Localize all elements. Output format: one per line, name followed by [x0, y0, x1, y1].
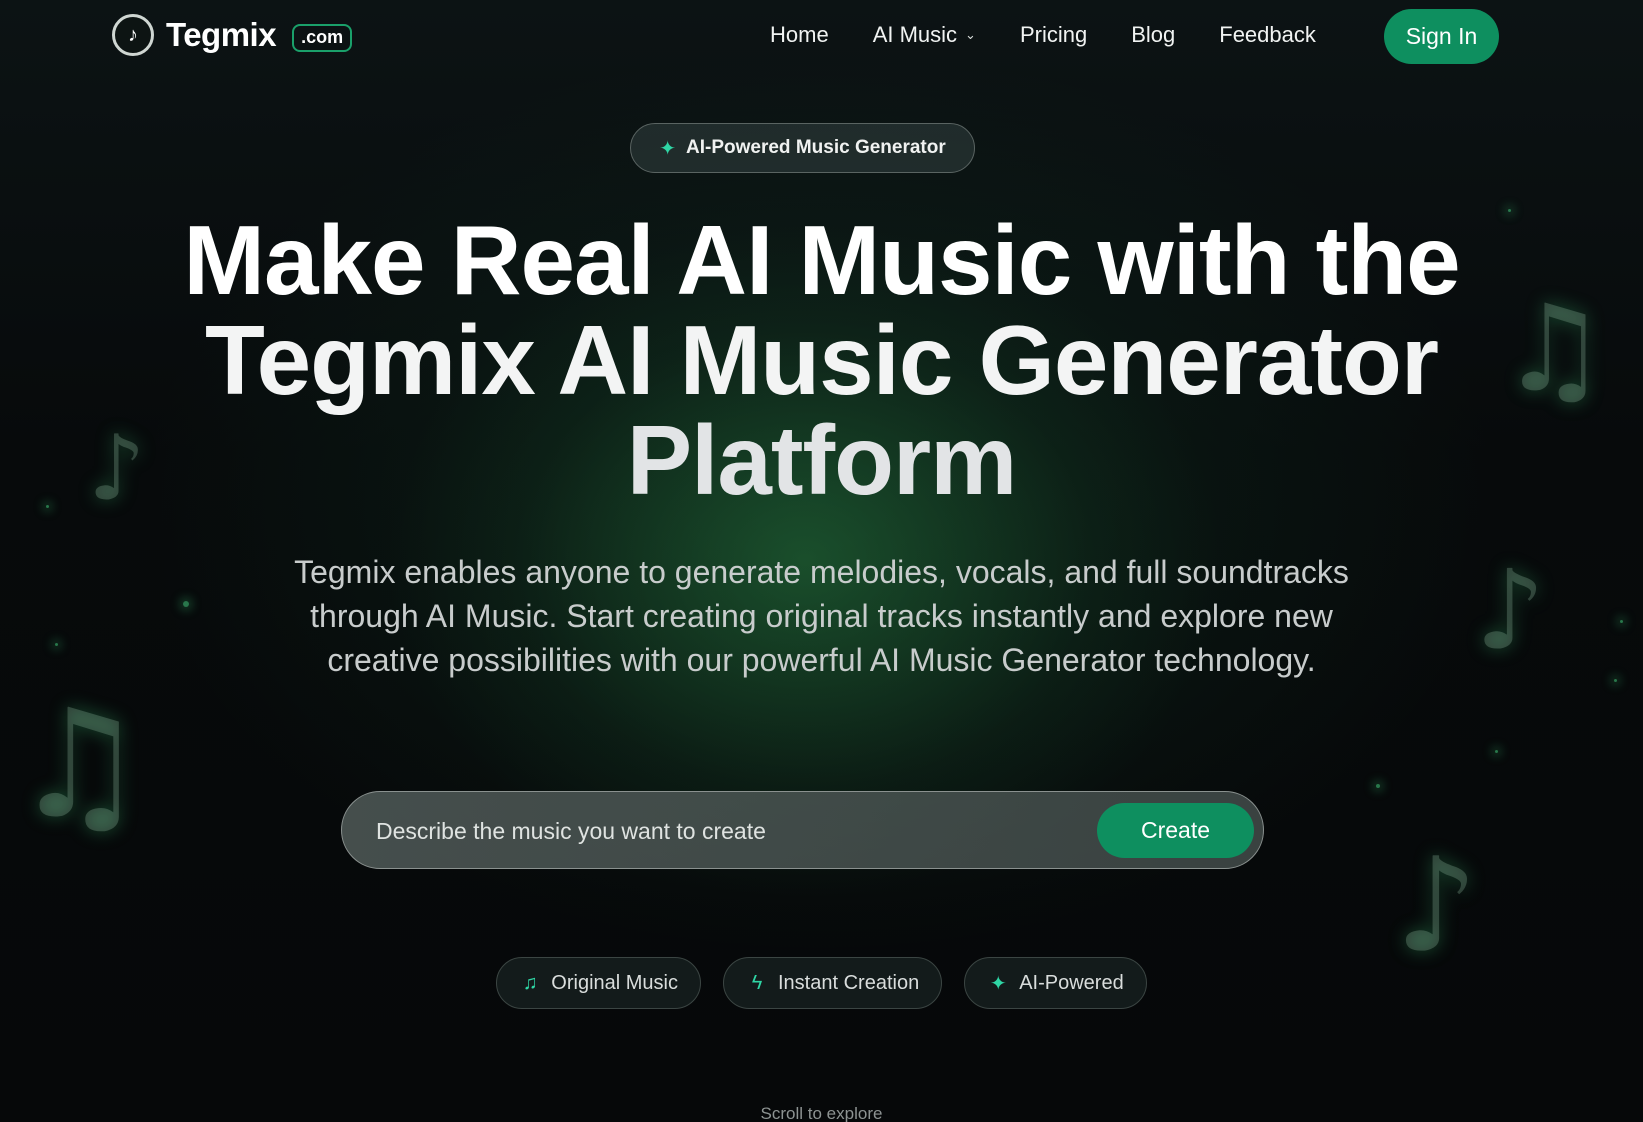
scroll-hint: Scroll to explore	[760, 1104, 883, 1122]
hero-subtitle: Tegmix enables anyone to generate melodi…	[294, 554, 1349, 678]
sparkle-icon: ✦	[989, 972, 1007, 995]
feature-chips: ♫ Original Music ϟ Instant Creation ✦ AI…	[0, 957, 1643, 1009]
chevron-down-icon: ⌄	[965, 27, 976, 42]
brand-name: Tegmix	[166, 16, 277, 53]
hero-badge: ✦ AI-Powered Music Generator	[630, 123, 975, 173]
nav-item-pricing[interactable]: Pricing	[1020, 22, 1087, 48]
feature-chip-original-music: ♫ Original Music	[496, 957, 701, 1009]
decorative-note-icon: ♪	[1475, 546, 1546, 674]
hero-badge-label: AI-Powered Music Generator	[686, 137, 946, 158]
nav-item-label: Feedback	[1219, 22, 1316, 47]
decorative-sparkle-dot	[1614, 679, 1617, 682]
feature-chip-label: Instant Creation	[778, 971, 920, 994]
nav-item-label: Blog	[1131, 22, 1176, 47]
brand-domain-badge: .com	[292, 24, 353, 52]
nav-item-feedback[interactable]: Feedback	[1219, 22, 1316, 48]
decorative-sparkle-dot	[1620, 620, 1623, 623]
nav-item-blog[interactable]: Blog	[1131, 22, 1175, 48]
decorative-note-icon: ♫	[12, 678, 147, 852]
main-nav: Home AI Music ⌄ Pricing Blog Feedback	[770, 22, 1360, 48]
nav-item-label: Home	[770, 22, 829, 47]
decorative-sparkle-dot	[55, 643, 58, 646]
hero-headline: Make Real AI Music with the Tegmix AI Mu…	[0, 210, 1643, 510]
decorative-sparkle-dot	[183, 601, 189, 607]
music-note-icon: ♪	[112, 14, 154, 56]
nav-item-ai-music[interactable]: AI Music ⌄	[873, 22, 976, 48]
site-header: ♪ Tegmix .com Home AI Music ⌄ Pricing Bl…	[0, 0, 1643, 74]
nav-item-home[interactable]: Home	[770, 22, 829, 48]
sign-in-button[interactable]: Sign In	[1384, 9, 1499, 64]
lightning-icon: ϟ	[751, 971, 763, 994]
music-prompt-bar: Create	[341, 791, 1264, 870]
music-note-icon: ♫	[522, 971, 538, 994]
decorative-sparkle-dot	[1495, 750, 1498, 753]
nav-item-label: AI Music	[872, 22, 958, 47]
sparkle-icon: ✦	[659, 137, 677, 160]
music-prompt-input[interactable]	[374, 792, 1098, 870]
nav-item-label: Pricing	[1019, 22, 1088, 47]
brand-logo[interactable]: ♪ Tegmix .com	[112, 14, 353, 56]
hero-headline-line: Platform	[626, 405, 1018, 515]
hero-headline-line: Tegmix AI Music Generator	[205, 305, 1439, 415]
create-button[interactable]: Create	[1097, 803, 1254, 858]
feature-chip-instant-creation: ϟ Instant Creation	[723, 957, 943, 1009]
hero-section: ♪ ♫ ♫ ♪ ♪ ♪ Tegmix .com Home AI Music ⌄ …	[0, 0, 1643, 1122]
feature-chip-label: AI-Powered	[1019, 971, 1124, 994]
decorative-note-icon: ♪	[1395, 829, 1478, 981]
feature-chip-ai-powered: ✦ AI-Powered	[964, 957, 1147, 1009]
decorative-sparkle-dot	[1376, 784, 1380, 788]
feature-chip-label: Original Music	[551, 971, 678, 994]
hero-headline-line: Make Real AI Music with the	[183, 205, 1460, 315]
